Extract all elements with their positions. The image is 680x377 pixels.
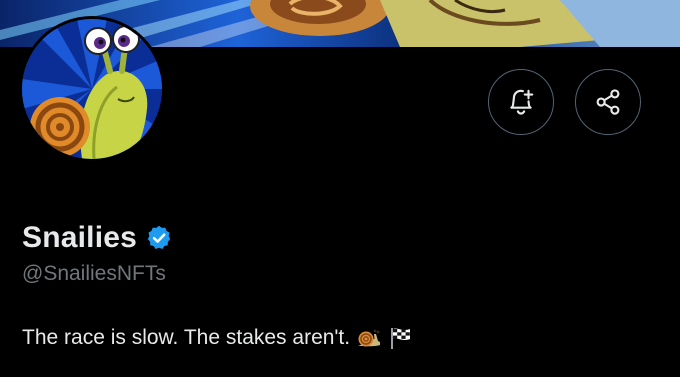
snail-emoji — [356, 326, 382, 350]
bio-text: The race is slow. The stakes aren't. — [22, 326, 351, 349]
display-name: Snailies — [22, 221, 137, 254]
name-row: Snailies — [22, 218, 173, 258]
notify-button[interactable] — [488, 69, 554, 135]
share-icon — [593, 87, 623, 117]
bell-plus-icon — [506, 87, 536, 117]
profile-bio: The race is slow. The stakes aren't. — [22, 326, 414, 350]
profile-avatar[interactable] — [19, 16, 165, 162]
share-button[interactable] — [575, 69, 641, 135]
checkered-flag-emoji — [388, 326, 414, 350]
verified-badge-icon[interactable] — [145, 224, 173, 252]
profile-handle: @SnailiesNFTs — [22, 262, 166, 285]
